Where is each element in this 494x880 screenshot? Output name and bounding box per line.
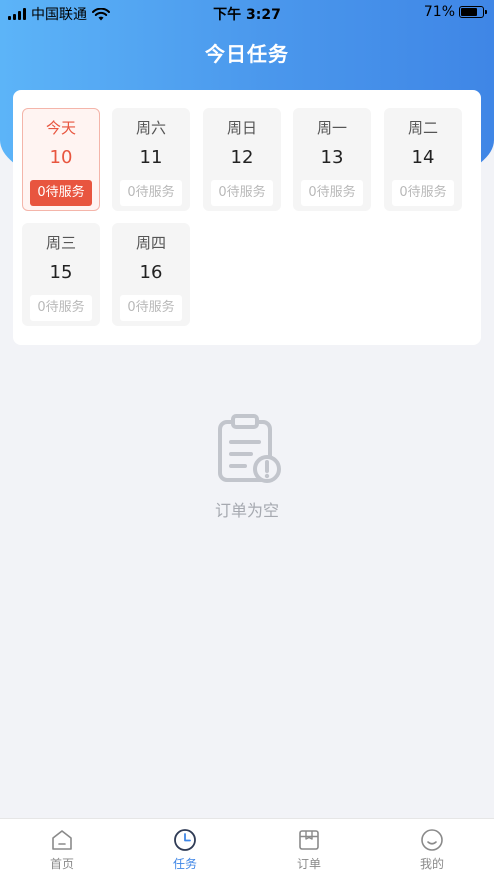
calendar-day[interactable]: 周六 11 0待服务	[112, 108, 190, 211]
day-date: 16	[139, 262, 163, 283]
tab-bar: 首页 任务 订单 我的	[0, 818, 494, 880]
day-weekday: 今天	[45, 119, 76, 137]
tab-label: 首页	[49, 857, 74, 871]
empty-state-text: 订单为空	[214, 501, 279, 520]
status-bar: 中国联通 下午 3:27 71%	[0, 0, 494, 26]
battery-percent: 71%	[423, 4, 455, 20]
tab-home[interactable]: 首页	[22, 828, 102, 872]
status-time: 下午 3:27	[213, 7, 281, 23]
day-date: 12	[230, 147, 254, 168]
day-date: 14	[411, 147, 435, 168]
day-weekday: 周六	[135, 119, 166, 137]
clock-icon	[174, 829, 196, 851]
day-pending-count: 0待服务	[301, 180, 363, 206]
tab-label: 任务	[172, 857, 197, 871]
day-date: 13	[320, 147, 344, 168]
tab-task[interactable]: 任务	[145, 828, 225, 872]
calendar-day[interactable]: 周日 12 0待服务	[203, 108, 281, 211]
tab-orders[interactable]: 订单	[269, 828, 349, 872]
day-pending-count: 0待服务	[120, 180, 182, 206]
tab-profile[interactable]: 我的	[392, 828, 472, 872]
tab-label: 订单	[296, 857, 321, 871]
calendar-day[interactable]: 周三 15 0待服务	[22, 223, 100, 326]
calendar-day[interactable]: 周二 14 0待服务	[384, 108, 462, 211]
clipboard-alert-icon	[218, 414, 281, 483]
day-date: 10	[49, 147, 73, 168]
order-box-icon	[299, 830, 319, 850]
day-weekday: 周二	[407, 119, 438, 137]
day-date: 11	[139, 147, 163, 168]
day-pending-count: 0待服务	[30, 295, 92, 321]
day-weekday: 周三	[45, 234, 76, 252]
day-pending-count: 0待服务	[392, 180, 454, 206]
day-weekday: 周一	[316, 119, 347, 137]
day-date: 15	[49, 262, 73, 283]
calendar-day[interactable]: 今天 10 0待服务	[22, 108, 100, 211]
calendar-card: 今天 10 0待服务 周六 11 0待服务 周日 12 0待服务 周一 13 0…	[13, 90, 481, 345]
day-weekday: 周日	[226, 119, 257, 137]
day-pending-count: 0待服务	[211, 180, 273, 206]
battery-icon	[459, 6, 487, 18]
home-icon	[52, 830, 72, 850]
day-pending-count: 0待服务	[120, 295, 182, 321]
tab-label: 我的	[419, 857, 444, 871]
page-title: 今日任务	[205, 42, 289, 66]
day-weekday: 周四	[135, 234, 166, 252]
profile-smile-icon	[421, 829, 443, 851]
day-pending-count: 0待服务	[30, 180, 92, 206]
calendar-day[interactable]: 周一 13 0待服务	[293, 108, 371, 211]
status-right: 71%	[423, 4, 487, 20]
calendar-day[interactable]: 周四 16 0待服务	[112, 223, 190, 326]
